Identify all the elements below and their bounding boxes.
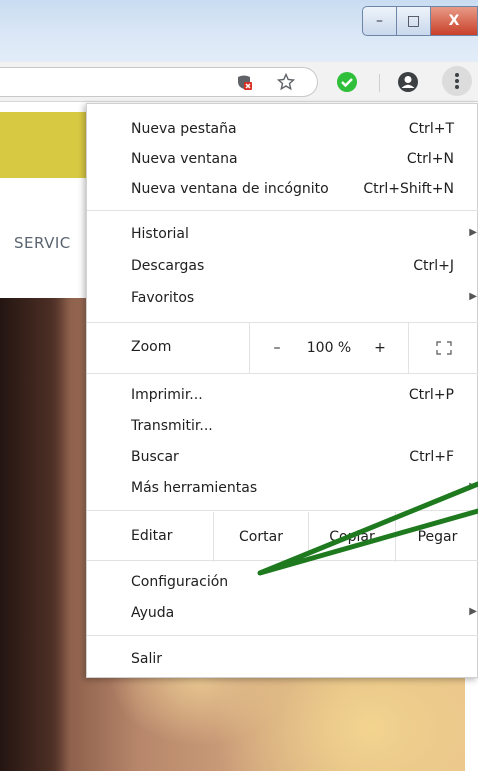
menu-item-new-window[interactable]: Nueva ventana Ctrl+N	[87, 144, 478, 176]
menu-item-exit[interactable]: Salir	[87, 644, 478, 676]
close-button[interactable]: X	[430, 6, 478, 36]
bookmark-star-icon[interactable]	[274, 70, 298, 94]
submenu-arrow-icon: ▶	[469, 227, 477, 238]
menu-item-cast[interactable]: Transmitir...	[87, 411, 478, 443]
submenu-arrow-icon: ▶	[469, 606, 477, 617]
fullscreen-button[interactable]	[409, 323, 478, 373]
chrome-main-menu: Nueva pestaña Ctrl+T Nueva ventana Ctrl+…	[86, 103, 478, 678]
menu-item-bookmarks[interactable]: Favoritos ▶	[87, 283, 478, 315]
window-title-bar: – □ X	[0, 0, 478, 62]
menu-item-history[interactable]: Historial ▶	[87, 219, 478, 251]
menu-separator	[87, 373, 478, 374]
paste-button[interactable]: Pegar	[396, 512, 478, 562]
menu-item-more-tools[interactable]: Más herramientas ▶	[87, 473, 478, 505]
security-check-icon[interactable]	[335, 70, 359, 94]
maximize-button[interactable]: □	[396, 6, 430, 36]
toolbar-divider	[379, 74, 380, 92]
account-icon[interactable]	[396, 70, 420, 94]
menu-separator	[87, 510, 478, 511]
copy-button[interactable]: Copiar	[309, 512, 395, 562]
menu-edit-row: Editar Cortar Copiar Pegar	[87, 512, 478, 562]
fullscreen-icon	[436, 341, 452, 355]
submenu-arrow-icon: ▶	[469, 291, 477, 302]
menu-separator	[87, 210, 478, 211]
menu-item-help[interactable]: Ayuda ▶	[87, 598, 478, 630]
submenu-arrow-icon: ▶	[469, 481, 477, 492]
nav-link-services[interactable]: SERVIC	[14, 234, 71, 252]
menu-separator	[87, 635, 478, 636]
address-bar[interactable]	[0, 67, 318, 97]
menu-item-incognito-window[interactable]: Nueva ventana de incógnito Ctrl+Shift+N	[87, 174, 478, 206]
minimize-button[interactable]: –	[362, 6, 396, 36]
zoom-level: 100 %	[306, 340, 352, 356]
menu-zoom-row: Zoom – 100 % +	[87, 323, 478, 373]
zoom-in-button[interactable]: +	[355, 323, 405, 373]
menu-item-find[interactable]: Buscar Ctrl+F	[87, 442, 478, 474]
browser-toolbar	[0, 62, 478, 102]
menu-item-downloads[interactable]: Descargas Ctrl+J	[87, 251, 478, 283]
header-band	[0, 112, 90, 178]
menu-item-new-tab[interactable]: Nueva pestaña Ctrl+T	[87, 114, 478, 146]
extension-blocked-icon[interactable]	[232, 70, 256, 94]
menu-separator	[87, 560, 478, 561]
menu-dots-icon[interactable]	[442, 66, 472, 96]
menu-item-print[interactable]: Imprimir... Ctrl+P	[87, 380, 478, 412]
window-controls: – □ X	[362, 6, 478, 40]
cut-button[interactable]: Cortar	[214, 512, 308, 562]
zoom-out-button[interactable]: –	[251, 323, 303, 373]
menu-item-settings[interactable]: Configuración	[87, 567, 478, 599]
